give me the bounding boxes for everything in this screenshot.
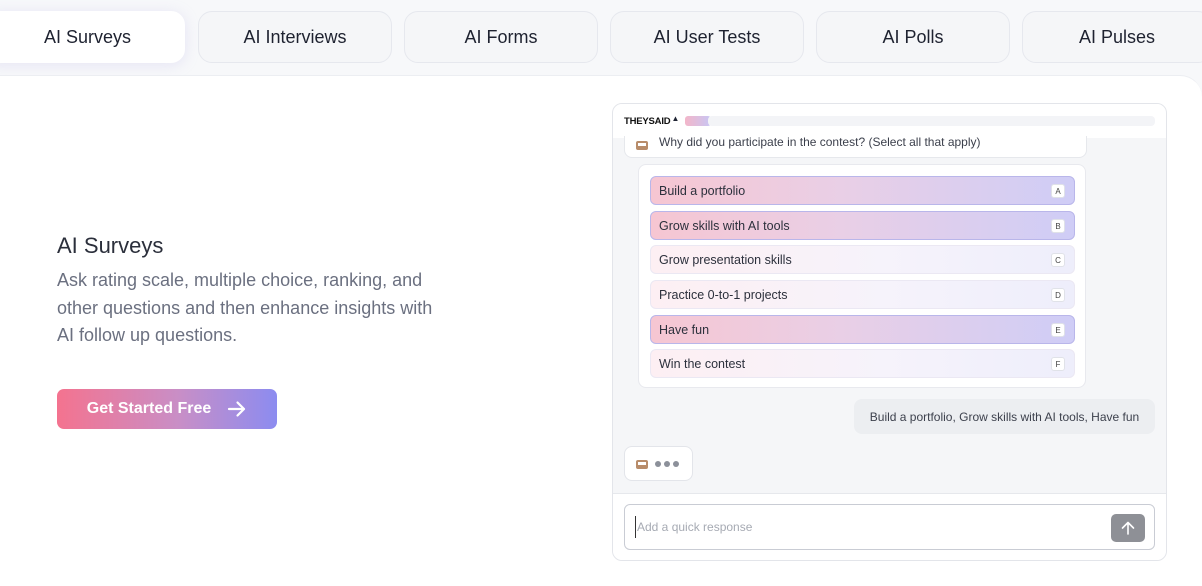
option-key: D: [1051, 288, 1065, 302]
typing-dots: [655, 460, 679, 467]
bot-avatar-icon: [636, 141, 648, 150]
option-key: F: [1051, 357, 1065, 371]
tab-ai-user-tests[interactable]: AI User Tests: [610, 11, 804, 63]
chat-header: THEYSAID ▲: [613, 104, 1166, 138]
user-answer-bubble: Build a portfolio, Grow skills with AI t…: [854, 399, 1155, 434]
response-input-box: [624, 504, 1155, 550]
get-started-button[interactable]: Get Started Free: [57, 389, 277, 429]
option-label: Win the contest: [659, 356, 746, 371]
tab-ai-surveys[interactable]: AI Surveys: [0, 11, 185, 63]
arrow-right-icon: [228, 401, 246, 417]
option-label: Have fun: [659, 322, 710, 337]
header-progress-bar: [708, 116, 1155, 126]
tab-ai-interviews[interactable]: AI Interviews: [198, 11, 392, 63]
option-label: Practice 0-to-1 projects: [659, 287, 788, 302]
option-label: Build a portfolio: [659, 183, 746, 198]
option-have-fun[interactable]: Have fun E: [650, 315, 1075, 344]
tab-ai-forms[interactable]: AI Forms: [404, 11, 598, 63]
typing-indicator: [624, 446, 693, 481]
send-button[interactable]: [1111, 514, 1145, 542]
brand-logo: THEYSAID: [624, 115, 671, 127]
tab-label: AI Polls: [882, 26, 944, 47]
question-text: Why did you participate in the contest? …: [659, 135, 981, 149]
bot-avatar-icon: [636, 459, 648, 469]
tab-label: AI Pulses: [1078, 26, 1156, 47]
feature-title: AI Surveys: [57, 233, 164, 258]
tab-label: AI Forms: [464, 26, 538, 47]
brand-mark-icon: ▲: [671, 114, 680, 123]
option-grow-skills-ai[interactable]: Grow skills with AI tools B: [650, 211, 1075, 240]
product-tabs: AI Surveys AI Interviews AI Forms AI Use…: [0, 11, 1202, 63]
option-build-portfolio[interactable]: Build a portfolio A: [650, 176, 1075, 205]
option-grow-presentation[interactable]: Grow presentation skills C: [650, 245, 1075, 274]
option-practice-projects[interactable]: Practice 0-to-1 projects D: [650, 280, 1075, 309]
tab-label: AI User Tests: [653, 26, 761, 47]
quick-response-input[interactable]: [635, 516, 1095, 538]
tab-ai-polls[interactable]: AI Polls: [816, 11, 1010, 63]
options-list: Build a portfolio A Grow skills with AI …: [638, 164, 1086, 388]
survey-chat-preview: THEYSAID ▲ Why did you participate in th…: [612, 103, 1167, 561]
option-key: B: [1051, 219, 1065, 233]
option-win-contest[interactable]: Win the contest F: [650, 349, 1075, 378]
get-started-label: Get Started Free: [86, 400, 212, 417]
arrow-up-icon: [1121, 521, 1135, 535]
option-label: Grow presentation skills: [659, 252, 792, 267]
response-composer: [613, 493, 1166, 560]
option-key: A: [1051, 184, 1065, 198]
option-key: C: [1051, 253, 1065, 267]
tab-label: AI Interviews: [243, 26, 347, 47]
option-key: E: [1051, 323, 1065, 337]
tab-label: AI Surveys: [43, 26, 132, 47]
option-label: Grow skills with AI tools: [659, 218, 790, 233]
feature-description: Ask rating scale, multiple choice, ranki…: [57, 270, 433, 345]
tab-ai-pulses[interactable]: AI Pulses: [1022, 11, 1202, 63]
